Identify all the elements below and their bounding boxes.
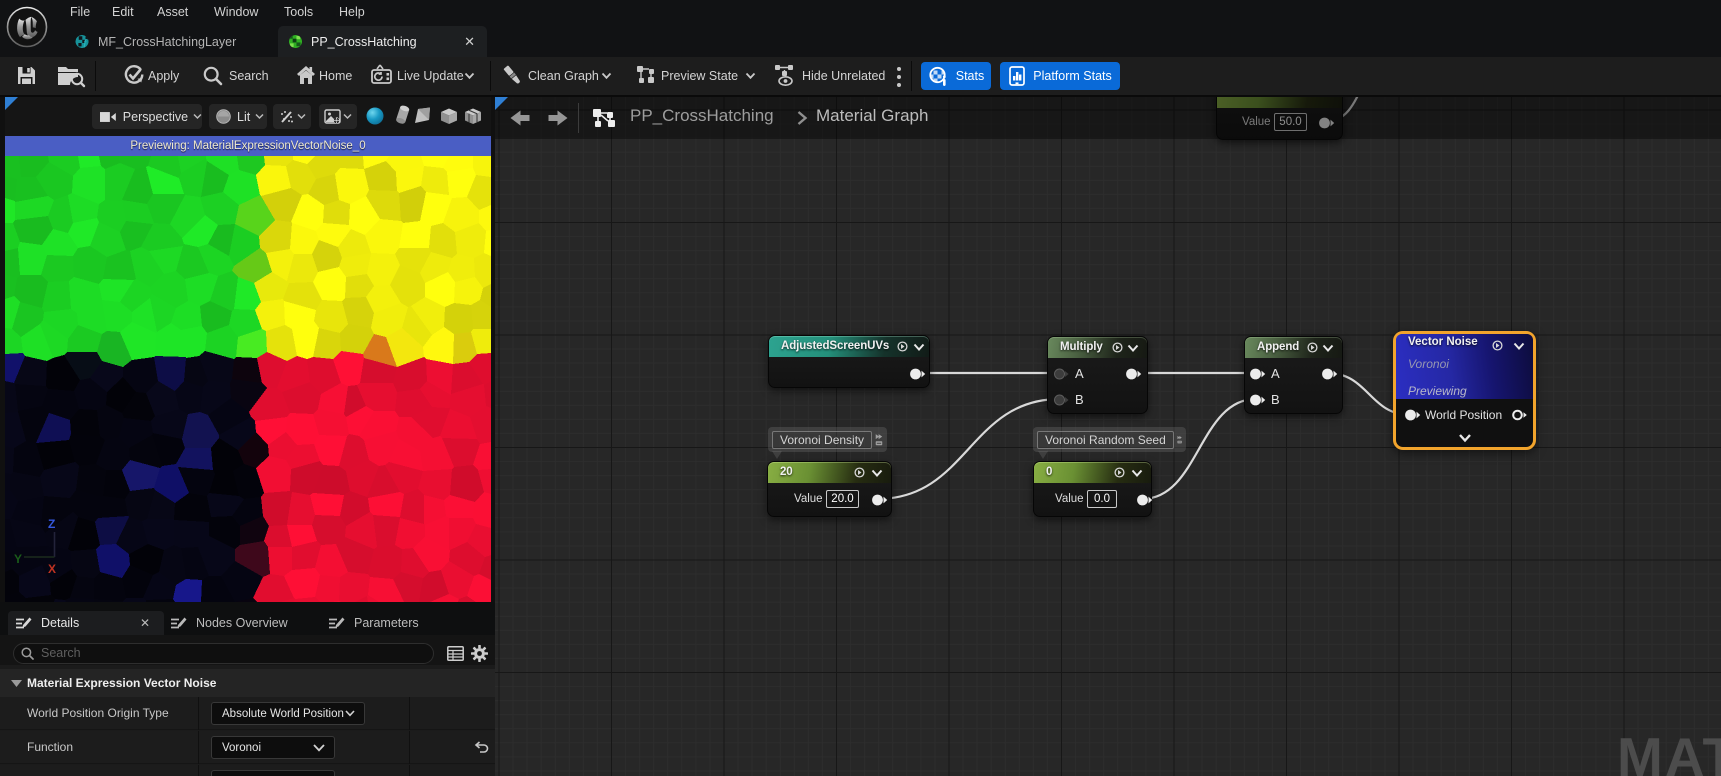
- svg-text:X: X: [48, 562, 56, 576]
- svg-text:Z: Z: [48, 517, 55, 531]
- svg-text:Y: Y: [14, 552, 22, 566]
